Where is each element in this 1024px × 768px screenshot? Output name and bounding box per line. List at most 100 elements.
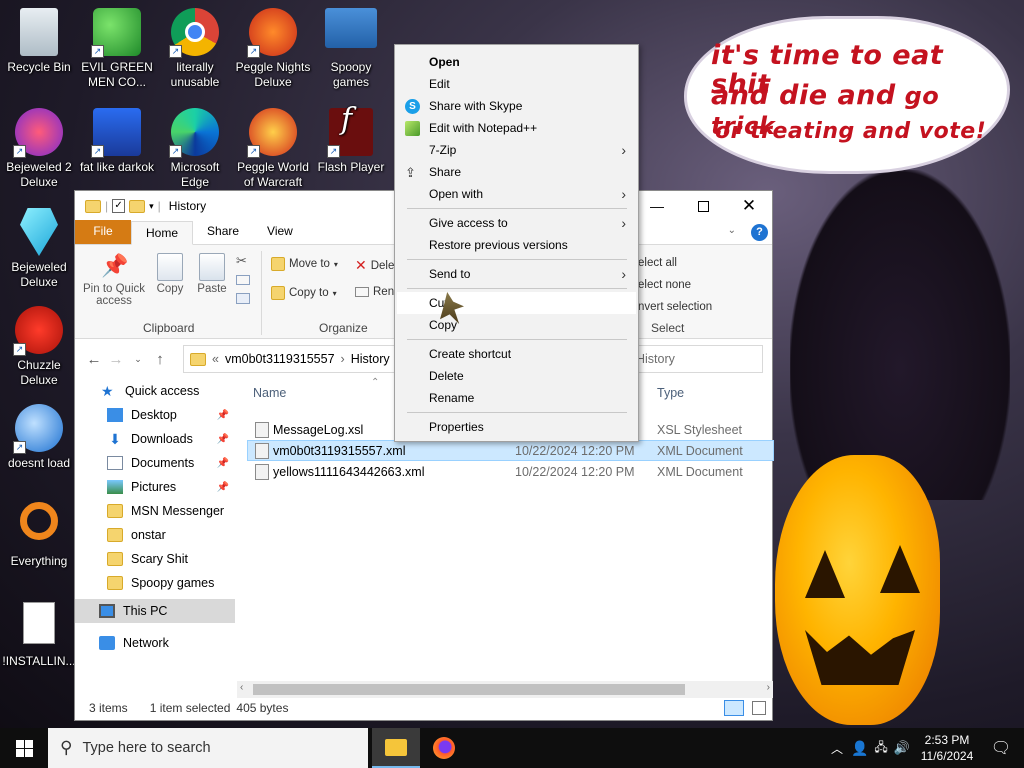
pin-icon[interactable]: 📌 — [217, 458, 229, 469]
nav-item-quick-access[interactable]: ★ Quick access — [75, 379, 235, 403]
menu-item-restore-previous-versions[interactable]: Restore previous versions — [397, 234, 636, 256]
breadcrumb-parent[interactable]: vm0b0t3119315557 — [225, 352, 335, 366]
pin-icon[interactable]: 📌 — [217, 434, 229, 445]
tab-view[interactable]: View — [253, 220, 307, 244]
close-button[interactable]: ✕ — [726, 191, 772, 221]
nav-item-msn-messenger[interactable]: MSN Messenger — [75, 499, 235, 523]
select-all-button[interactable]: elect all — [638, 257, 677, 269]
taskbar-firefox[interactable] — [420, 728, 468, 768]
new-folder-icon[interactable] — [129, 199, 146, 213]
minimize-button[interactable]: — — [634, 191, 680, 221]
tab-share[interactable]: Share — [193, 220, 253, 244]
show-hidden-icons-chevron-icon[interactable]: ︿ — [831, 740, 843, 757]
menu-item-properties[interactable]: Properties — [397, 416, 636, 438]
menu-item-delete[interactable]: Delete — [397, 365, 636, 387]
column-header-type[interactable]: Type — [657, 386, 684, 400]
details-view-icon[interactable] — [724, 700, 744, 716]
recent-locations-chevron-icon[interactable]: ⌄ — [127, 354, 149, 365]
notification-center-icon[interactable]: 🗨 — [978, 738, 1024, 758]
invert-selection-button[interactable]: nvert selection — [638, 301, 712, 313]
large-icons-view-icon[interactable] — [752, 701, 766, 715]
menu-item-rename[interactable]: Rename — [397, 387, 636, 409]
start-button[interactable] — [0, 728, 48, 768]
menu-item-cut[interactable]: Cut — [397, 292, 636, 314]
pin-icon[interactable]: 📌 — [217, 410, 229, 421]
menu-item-open[interactable]: Open — [397, 51, 636, 73]
desktop-icon-chrome[interactable]: ↗ literally unusable — [156, 8, 234, 90]
menu-item-edit[interactable]: Edit — [397, 73, 636, 95]
clock[interactable]: 2:53 PM 11/6/2024 — [916, 732, 978, 764]
desktop-icon-flash-player[interactable]: f ↗ Flash Player — [312, 105, 390, 175]
tab-home[interactable]: Home — [131, 221, 194, 245]
desktop-icon-chuzzle[interactable]: ↗ Chuzzle Deluxe — [0, 306, 78, 388]
nav-item-spoopy-games[interactable]: Spoopy games — [75, 571, 235, 595]
nav-item-documents[interactable]: Documents 📌 — [75, 451, 235, 475]
nav-item-desktop[interactable]: Desktop 📌 — [75, 403, 235, 427]
move-to-button[interactable]: Move to ▾ — [271, 257, 338, 271]
up-arrow-icon[interactable]: ↑ — [149, 351, 171, 368]
desktop-icon-peggle-nights[interactable]: ↗ Peggle Nights Deluxe — [234, 8, 312, 90]
nav-item-scary-shit[interactable]: Scary Shit — [75, 547, 235, 571]
forward-arrow-icon[interactable]: → — [105, 351, 127, 368]
scrollbar-thumb[interactable] — [253, 684, 685, 695]
paste-shortcut-icon[interactable] — [236, 293, 250, 304]
nav-item-onstar[interactable]: onstar — [75, 523, 235, 547]
desktop-icon-edge[interactable]: ↗ Microsoft Edge — [156, 108, 234, 190]
menu-item-give-access-to[interactable]: Give access to › — [397, 212, 636, 234]
paste-button[interactable]: Paste — [195, 253, 229, 295]
desktop-icon-evil-green-men[interactable]: ↗ EVIL GREEN MEN CO... — [78, 8, 156, 90]
desktop-icon-everything[interactable]: Everything — [0, 502, 78, 569]
menu-item-send-to[interactable]: Send to › — [397, 263, 636, 285]
pin-icon[interactable]: 📌 — [217, 482, 229, 493]
desktop-icon-bejeweled[interactable]: Bejeweled Deluxe — [0, 208, 78, 290]
desktop-icon-mpl[interactable]: ↗ fat like darkok — [78, 108, 156, 175]
customize-toolbar-chevron-icon[interactable]: ▾ — [149, 201, 154, 212]
rename-button[interactable]: Ren — [355, 286, 394, 298]
menu-item-share[interactable]: ⇪ Share — [397, 161, 636, 183]
menu-item-open-with[interactable]: Open with › — [397, 183, 636, 205]
properties-icon[interactable]: ✓ — [112, 199, 126, 213]
scroll-left-icon[interactable]: ‹ — [240, 682, 243, 693]
menu-item-7-zip[interactable]: 7-Zip › — [397, 139, 636, 161]
breadcrumb-separator[interactable]: › — [341, 352, 345, 366]
desktop-icon-thunderbird[interactable]: ↗ doesnt load — [0, 404, 78, 471]
search-input[interactable]: History — [627, 345, 763, 373]
desktop-icon-recycle-bin[interactable]: Recycle Bin — [0, 8, 78, 75]
file-row-selected[interactable]: vm0b0t3119315557.xml 10/22/2024 12:20 PM… — [247, 440, 774, 461]
back-arrow-icon[interactable]: ← — [83, 351, 105, 368]
desktop-icon-installing[interactable]: !INSTALLIN... — [0, 602, 78, 669]
help-icon[interactable]: ? — [751, 224, 768, 241]
scroll-right-icon[interactable]: › — [767, 682, 770, 693]
collapse-ribbon-chevron-icon[interactable]: ⌄ — [728, 225, 736, 236]
file-row[interactable]: yellows1111643442663.xml 10/22/2024 12:2… — [247, 461, 774, 482]
breadcrumb-current[interactable]: History — [351, 352, 390, 366]
taskbar-search-box[interactable]: ⚲ Type here to search — [48, 728, 368, 768]
column-header-name[interactable]: Name — [253, 386, 286, 400]
menu-item-copy[interactable]: Copy — [397, 314, 636, 336]
delete-button[interactable]: ✕ Dele — [355, 257, 394, 274]
cut-icon[interactable]: ✂ — [236, 253, 247, 269]
desktop-icon-bejeweled-2[interactable]: ↗ Bejeweled 2 Deluxe — [0, 108, 78, 190]
select-none-button[interactable]: elect none — [638, 279, 691, 291]
copy-path-icon[interactable] — [236, 275, 250, 285]
menu-item-share-with-skype[interactable]: S Share with Skype — [397, 95, 636, 117]
nav-item-this-pc[interactable]: This PC — [75, 599, 235, 623]
menu-item-create-shortcut[interactable]: Create shortcut — [397, 343, 636, 365]
taskbar-file-explorer[interactable] — [372, 728, 420, 768]
menu-item-edit-with-notepad-plus-plus[interactable]: Edit with Notepad++ — [397, 117, 636, 139]
network-tray-icon[interactable]: 🖧 — [874, 738, 887, 759]
delete-label: Dele — [370, 259, 395, 272]
nav-item-network[interactable]: Network — [75, 631, 235, 655]
desktop-icon-spoopy-games[interactable]: Spoopy games — [312, 8, 390, 90]
desktop-icon-peggle-world[interactable]: ↗ Peggle World of Warcraft — [234, 108, 312, 190]
nav-item-pictures[interactable]: Pictures 📌 — [75, 475, 235, 499]
maximize-button[interactable] — [680, 191, 726, 221]
tab-file[interactable]: File — [75, 220, 131, 244]
pin-to-quick-access-button[interactable]: 📌 Pin to Quick access — [81, 253, 147, 307]
user-status-icon[interactable]: 👤 — [851, 740, 868, 757]
nav-item-downloads[interactable]: ⬇ Downloads 📌 — [75, 427, 235, 451]
address-overflow-chevron[interactable]: « — [212, 352, 219, 366]
volume-icon[interactable]: 🔊 — [894, 740, 910, 756]
copy-button[interactable]: Copy — [153, 253, 187, 295]
copy-to-button[interactable]: Copy to ▾ — [271, 286, 337, 300]
